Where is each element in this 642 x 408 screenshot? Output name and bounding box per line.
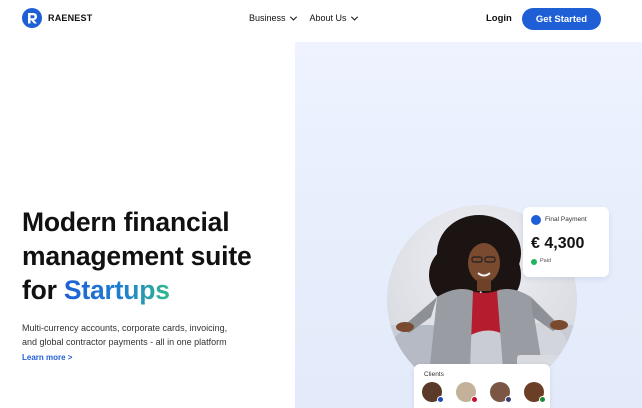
ng-flag-icon [539, 396, 546, 403]
check-icon [531, 259, 537, 265]
chevron-down-icon [350, 13, 358, 21]
final-payment-card: Final Payment € 4,300 Paid [523, 207, 609, 277]
nav-business[interactable]: Business [249, 13, 297, 23]
headline-accent: Startups [63, 275, 170, 305]
learn-more-link[interactable]: Learn more > [22, 353, 72, 362]
avatar [490, 382, 512, 403]
hero-visual: Final Payment € 4,300 Paid Clients [295, 42, 642, 408]
brand-name: RAENEST [48, 13, 93, 23]
subcopy-line-2: and global contractor payments - all in … [22, 337, 227, 347]
clients-card: Clients [414, 364, 550, 408]
clients-label: Clients [424, 371, 444, 378]
nav-about-us[interactable]: About Us [309, 13, 358, 23]
chevron-down-icon [289, 13, 297, 21]
uk-flag-icon [471, 396, 478, 403]
avatar [524, 382, 546, 403]
site-header: RAENEST Business About Us Login Get Star… [0, 0, 642, 40]
avatar [422, 382, 444, 403]
main-nav: Business About Us [249, 13, 358, 23]
brand-logo[interactable]: RAENEST [22, 8, 92, 28]
hero-headline: Modern financial management suite for St… [22, 205, 292, 307]
headline-line-2: management suite [22, 241, 252, 271]
payment-amount: € 4,300 [531, 235, 585, 252]
get-started-button[interactable]: Get Started [522, 8, 601, 30]
headline-line-1: Modern financial [22, 207, 230, 237]
eu-flag-icon [437, 396, 444, 403]
nav-business-label: Business [249, 13, 286, 23]
nav-about-label: About Us [309, 13, 347, 23]
login-link[interactable]: Login [486, 13, 512, 24]
payment-status: Paid [540, 258, 552, 264]
avatar [456, 382, 478, 403]
payment-label: Final Payment [545, 216, 587, 223]
eu-flag-icon [531, 215, 541, 225]
subcopy-line-1: Multi-currency accounts, corporate cards… [22, 323, 228, 333]
hero-subcopy: Multi-currency accounts, corporate cards… [22, 321, 282, 349]
raenest-logo-icon [22, 8, 42, 28]
headline-prefix: for [22, 275, 64, 305]
headline-line-3: for Startups [22, 273, 292, 307]
us-flag-icon [505, 396, 512, 403]
client-avatars [422, 382, 546, 403]
